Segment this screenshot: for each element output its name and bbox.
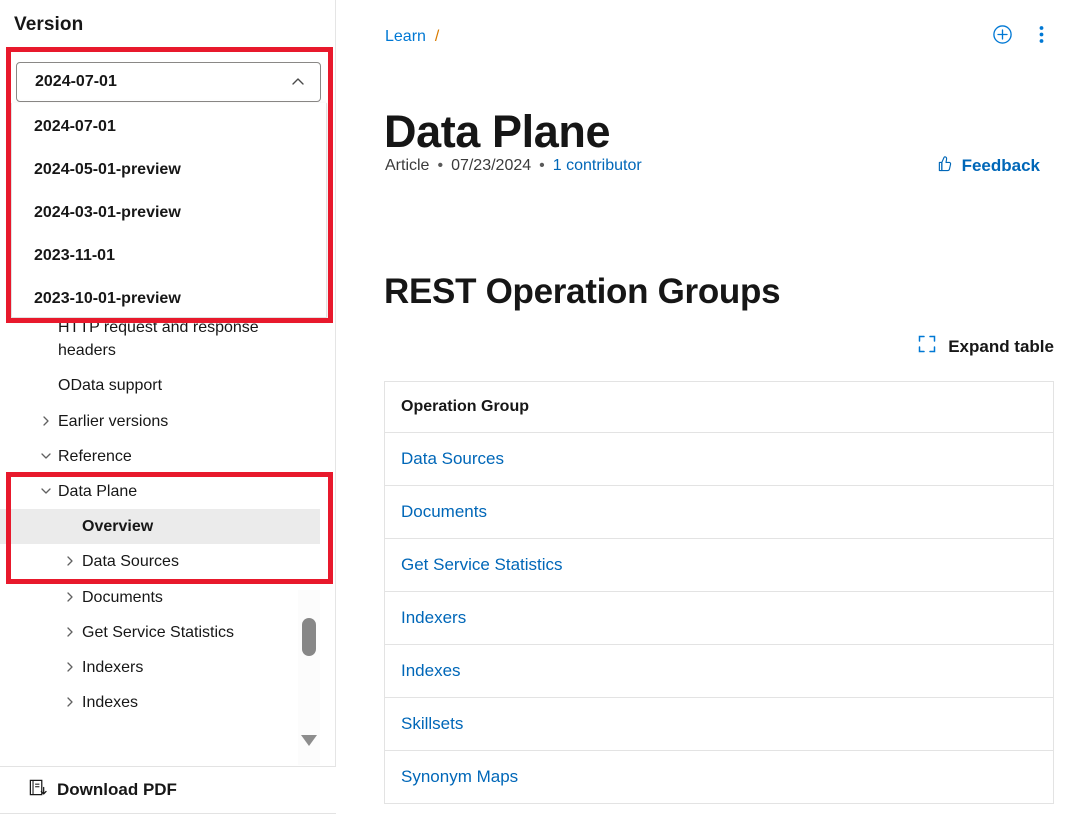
chevron-right-icon[interactable] (62, 621, 78, 643)
nav-item-indexes[interactable]: Indexes (0, 685, 320, 720)
table-body: Data Sources Documents Get Service Statist… (384, 432, 1054, 804)
meta-contributors[interactable]: 1 contributor (553, 157, 642, 175)
operation-group-link[interactable]: Get Service Statistics (401, 555, 563, 574)
download-pdf-button[interactable]: Download PDF (0, 766, 336, 814)
table-cell: Synonym Maps (385, 751, 1054, 804)
nav-item-label: Documents (82, 588, 163, 606)
table-cell: Skillsets (384, 697, 1054, 751)
version-label: Version (14, 14, 84, 35)
sidebar: Version 2024-07-01 2024-07-01 2024-05-01-… (0, 0, 336, 814)
nav-item-label: Indexers (82, 658, 144, 676)
section-heading: REST Operation Groups (384, 272, 781, 312)
scrollbar-thumb[interactable] (302, 618, 316, 656)
chevron-up-icon (290, 74, 306, 90)
table-row: Data Sources (384, 432, 1054, 486)
thumbs-up-icon (935, 154, 954, 178)
version-option[interactable]: 2023-10-01-preview (12, 277, 326, 320)
operation-group-link[interactable]: Skillsets (401, 714, 463, 733)
nav-item-label: Get Service Statistics (82, 623, 235, 641)
operation-groups-table: Operation Group Data Sources Documents Get… (384, 381, 1054, 804)
download-pdf-label: Download PDF (57, 780, 177, 799)
feedback-label: Feedback (961, 156, 1040, 175)
meta-date: 07/23/2024 (451, 157, 532, 174)
nav-item-get-service-statistics[interactable]: Get Service Statistics (0, 615, 320, 650)
nav-item-label: OData support (58, 377, 163, 395)
nav-item-overview[interactable]: Overview (0, 509, 320, 545)
nav-item-label: Earlier versions (58, 412, 169, 430)
table-cell: Documents (384, 485, 1054, 539)
operation-group-link[interactable]: Indexes (401, 661, 461, 680)
operation-group-link[interactable]: Synonym Maps (401, 767, 518, 786)
operation-group-link[interactable]: Data Sources (401, 449, 504, 468)
nav-item-label: HTTP request and response headers (58, 319, 259, 360)
breadcrumb-item-learn[interactable]: Learn (385, 28, 426, 46)
pdf-download-icon (28, 778, 47, 802)
version-option[interactable]: 2024-03-01-preview (12, 191, 326, 234)
version-option[interactable]: 2024-05-01-preview (12, 148, 326, 191)
table-cell: Indexes (384, 644, 1054, 698)
operation-group-link[interactable]: Documents (401, 502, 487, 521)
nav-item-indexers[interactable]: Indexers (0, 650, 320, 685)
chevron-right-icon[interactable] (62, 586, 78, 608)
expand-icon (918, 335, 936, 358)
meta-separator-2: • (539, 157, 545, 174)
page-root: Version 2024-07-01 2024-07-01 2024-05-01-… (0, 0, 1084, 814)
nav-item-odata-support[interactable]: OData support (0, 368, 320, 403)
operation-group-link[interactable]: Indexers (401, 608, 466, 627)
table-cell: Indexers (384, 591, 1054, 645)
header-actions (992, 24, 1044, 45)
table-row: Indexers (384, 591, 1054, 645)
nav-item-data-plane[interactable]: Data Plane (0, 474, 320, 509)
nav-item-label: Data Plane (58, 482, 138, 500)
breadcrumb-separator: / (434, 28, 440, 45)
table-header-row: Operation Group (384, 381, 1054, 433)
nav-item-earlier-versions[interactable]: Earlier versions (0, 404, 320, 439)
version-combobox[interactable]: 2024-07-01 (16, 62, 321, 102)
version-combobox-value: 2024-07-01 (35, 73, 117, 90)
feedback-button[interactable]: Feedback (935, 154, 1040, 178)
chevron-right-icon[interactable] (62, 550, 78, 572)
expand-table-label: Expand table (948, 336, 1054, 356)
breadcrumb: Learn / (385, 28, 439, 46)
nav-item-label: Data Sources (82, 553, 179, 571)
table-cell: Data Sources (384, 432, 1054, 486)
table-row: Synonym Maps (385, 751, 1054, 804)
navigation-tree[interactable]: HTTP request and response headers OData s… (0, 310, 320, 765)
chevron-down-icon[interactable] (38, 480, 54, 502)
table-row: Skillsets (384, 697, 1054, 751)
main-content: Learn / Data Plane Article • 07/23/2024 … (336, 0, 1084, 814)
version-option[interactable]: 2023-11-01 (12, 234, 326, 277)
chevron-right-icon[interactable] (38, 410, 54, 432)
nav-item-label: Reference (58, 447, 132, 465)
chevron-right-icon[interactable] (62, 691, 78, 713)
table-row: Get Service Statistics (384, 538, 1054, 592)
table-column-header: Operation Group (384, 381, 1054, 433)
chevron-down-icon[interactable] (38, 445, 54, 467)
more-vertical-icon[interactable] (1039, 24, 1044, 45)
table-row: Documents (384, 485, 1054, 539)
version-option[interactable]: 2024-07-01 (12, 105, 326, 148)
nav-item-label: Indexes (82, 694, 139, 712)
scroll-down-arrow-icon[interactable] (301, 735, 317, 746)
nav-item-reference[interactable]: Reference (0, 439, 320, 474)
nav-item-documents[interactable]: Documents (0, 580, 320, 615)
page-title: Data Plane (384, 106, 611, 158)
meta-article-type: Article (385, 157, 430, 174)
circle-plus-icon[interactable] (992, 24, 1013, 45)
sidebar-scrollbar[interactable] (298, 590, 320, 765)
version-dropdown-list[interactable]: 2024-07-01 2024-05-01-preview 2024-03-01-p… (11, 103, 327, 318)
article-metadata: Article • 07/23/2024 • 1 contributor (385, 157, 642, 175)
chevron-right-icon[interactable] (62, 656, 78, 678)
table-cell: Get Service Statistics (384, 538, 1054, 592)
expand-table-button[interactable]: Expand table (918, 335, 1054, 358)
nav-item-data-sources[interactable]: Data Sources (0, 544, 320, 579)
table-head: Operation Group (384, 381, 1054, 433)
table-row: Indexes (384, 644, 1054, 698)
meta-separator-1: • (437, 157, 444, 174)
nav-item-label: Overview (82, 518, 154, 536)
